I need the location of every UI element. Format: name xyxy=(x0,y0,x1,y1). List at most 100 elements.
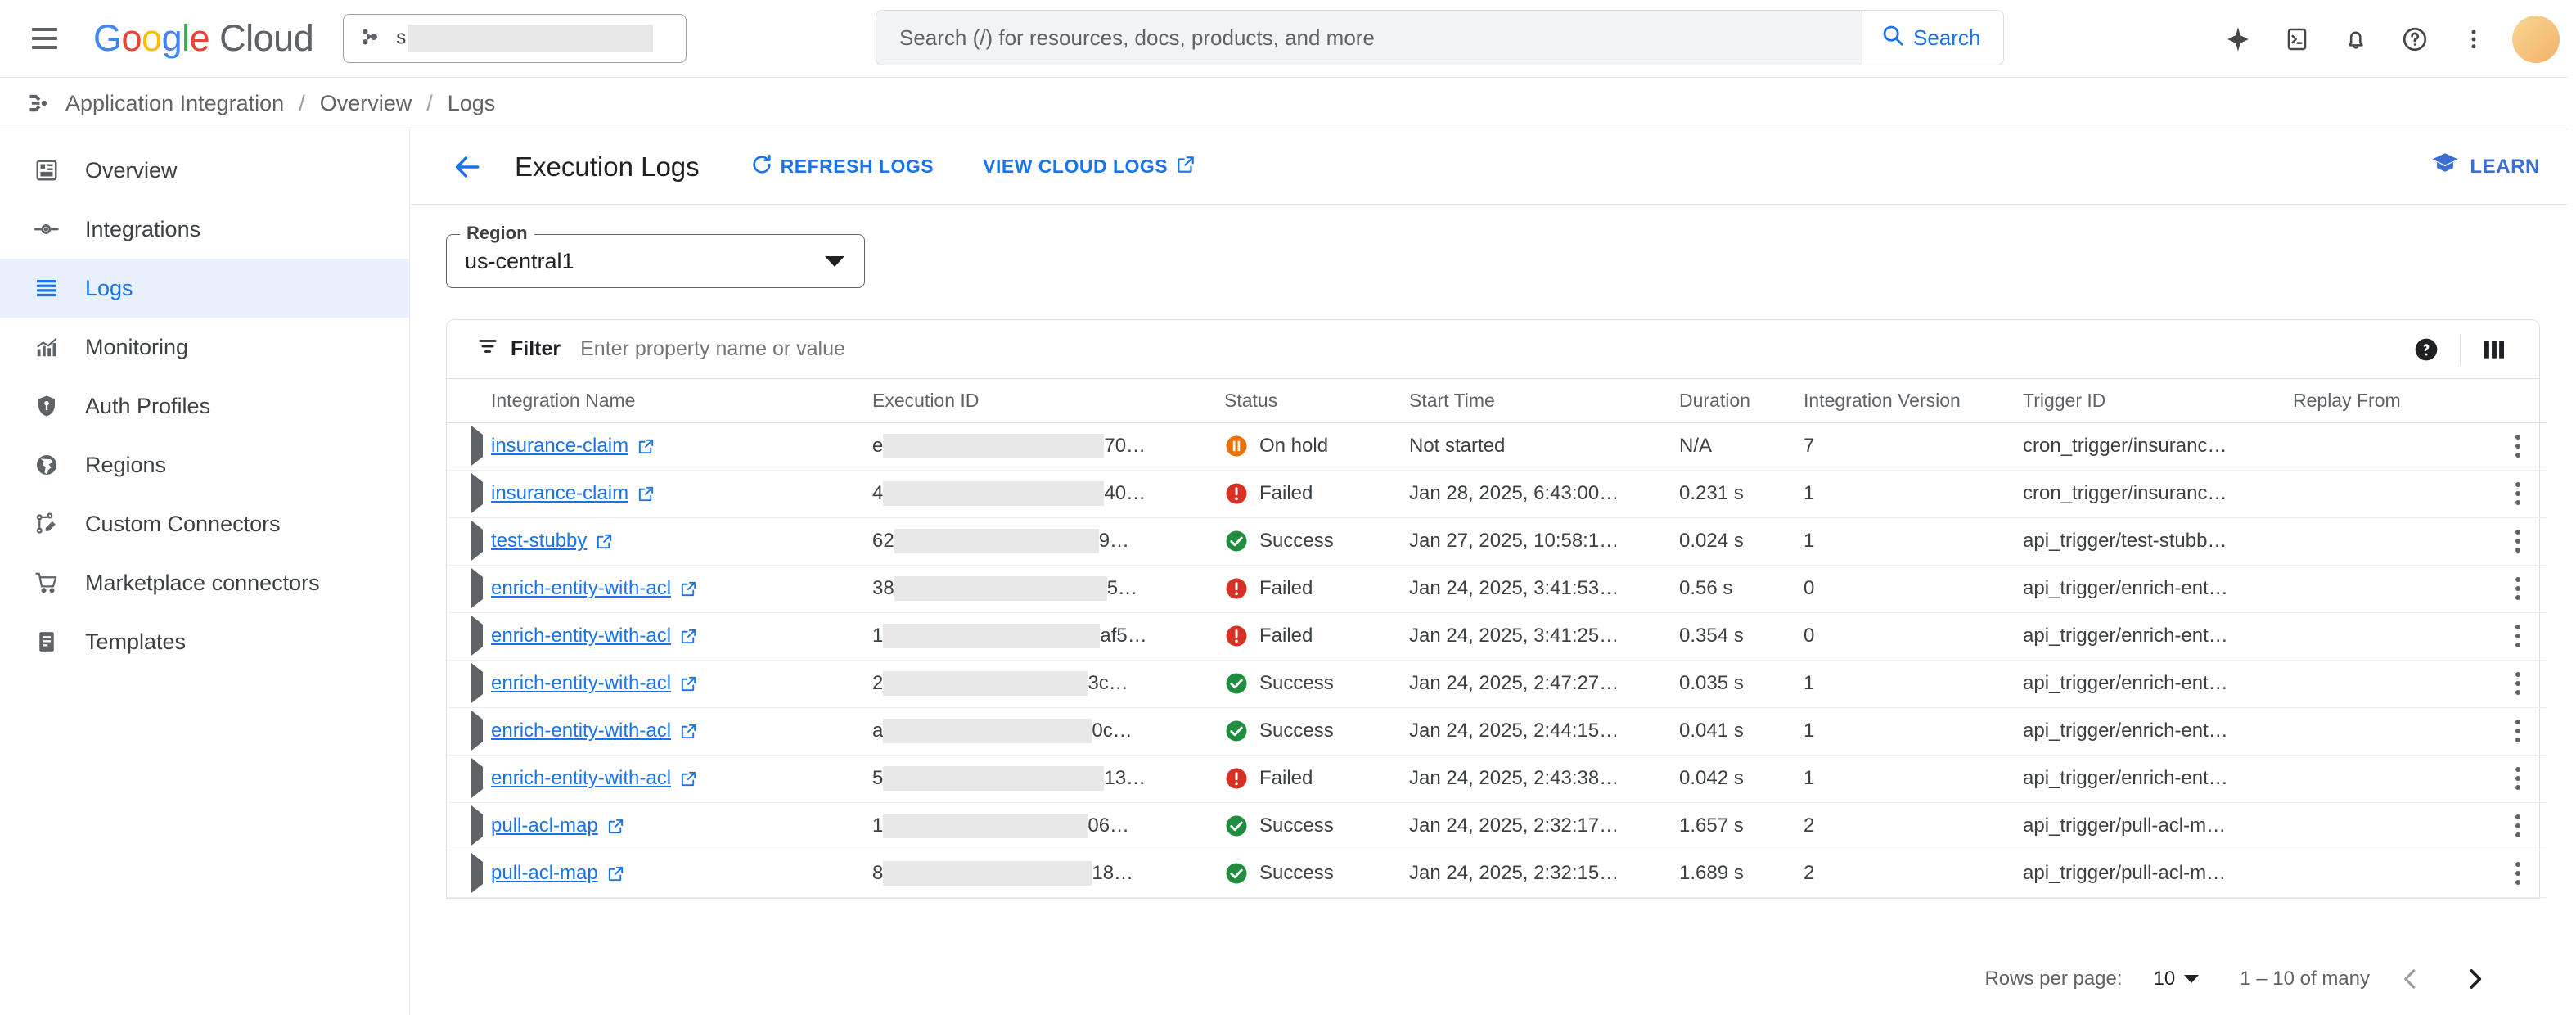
cell-integration-name[interactable]: pull-acl-map xyxy=(491,850,872,898)
row-more-vert-icon[interactable] xyxy=(2495,518,2541,564)
integration-link[interactable]: insurance-claim xyxy=(491,435,655,458)
avatar[interactable] xyxy=(2512,15,2560,63)
integration-link[interactable]: insurance-claim xyxy=(491,482,655,505)
cell-expand[interactable] xyxy=(447,612,491,661)
more-vert-icon[interactable] xyxy=(2448,14,2499,65)
help-filled-icon[interactable] xyxy=(2403,326,2450,373)
cell-expand[interactable] xyxy=(447,517,491,566)
table-row[interactable]: test-stubby 62 9… Success Jan 27, 2025, 10:5… xyxy=(447,517,2547,566)
table-row[interactable]: enrich-entity-with-acl 2 3c… Success Jan 24,… xyxy=(447,660,2547,708)
region-select[interactable]: Region us-central1 xyxy=(446,223,865,288)
cell-expand[interactable] xyxy=(447,707,491,756)
col-start-time[interactable]: Start Time xyxy=(1409,379,1679,423)
row-more-vert-icon[interactable] xyxy=(2495,756,2541,801)
expand-row-icon[interactable] xyxy=(471,473,483,513)
cell-row-actions[interactable] xyxy=(2489,565,2547,613)
table-row[interactable]: pull-acl-map 1 06… Success Jan 24, 2025, 2:3… xyxy=(447,802,2547,850)
table-row[interactable]: enrich-entity-with-acl 1 af5… Failed Jan 24,… xyxy=(447,612,2547,661)
integration-link[interactable]: enrich-entity-with-acl xyxy=(491,577,698,600)
rows-per-page-select[interactable]: 10 xyxy=(2154,968,2200,990)
row-more-vert-icon[interactable] xyxy=(2495,471,2541,517)
refresh-logs-button[interactable]: REFRESH LOGS xyxy=(750,153,934,181)
cell-integration-name[interactable]: pull-acl-map xyxy=(491,802,872,850)
table-row[interactable]: pull-acl-map 8 18… Success Jan 24, 2025, 2:3… xyxy=(447,850,2547,898)
project-selector[interactable]: s xyxy=(343,14,687,63)
filter-button[interactable]: Filter xyxy=(476,335,561,363)
cell-integration-name[interactable]: enrich-entity-with-acl xyxy=(491,565,872,613)
cell-expand[interactable] xyxy=(447,470,491,518)
sidebar-item-integrations[interactable]: Integrations xyxy=(0,200,409,259)
next-page-button[interactable] xyxy=(2452,956,2497,1002)
sidebar-item-monitoring[interactable]: Monitoring xyxy=(0,318,409,377)
cell-row-actions[interactable] xyxy=(2489,755,2547,803)
cell-row-actions[interactable] xyxy=(2489,660,2547,708)
sidebar-item-regions[interactable]: Regions xyxy=(0,435,409,494)
row-more-vert-icon[interactable] xyxy=(2495,661,2541,706)
sidebar-item-logs[interactable]: Logs xyxy=(0,259,409,318)
filter-input[interactable] xyxy=(580,337,2403,361)
col-trigger-id[interactable]: Trigger ID xyxy=(2023,379,2293,423)
col-replay-from[interactable]: Replay From xyxy=(2293,379,2489,423)
expand-row-icon[interactable] xyxy=(471,568,483,608)
cell-integration-name[interactable]: enrich-entity-with-acl xyxy=(491,612,872,661)
table-row[interactable]: enrich-entity-with-acl 5 13… Failed Jan 24, … xyxy=(447,755,2547,803)
cell-expand[interactable] xyxy=(447,755,491,803)
row-more-vert-icon[interactable] xyxy=(2495,566,2541,611)
cell-integration-name[interactable]: enrich-entity-with-acl xyxy=(491,660,872,708)
sidebar-item-templates[interactable]: Templates xyxy=(0,612,409,671)
col-integration-version[interactable]: Integration Version xyxy=(1804,379,2023,423)
sidebar-item-auth-profiles[interactable]: Auth Profiles xyxy=(0,377,409,435)
table-row[interactable]: insurance-claim 4 40… Failed Jan 28, 2025, 6… xyxy=(447,470,2547,518)
row-more-vert-icon[interactable] xyxy=(2495,423,2541,469)
help-question-icon[interactable] xyxy=(2389,14,2440,65)
column-settings-icon[interactable] xyxy=(2470,326,2518,373)
view-cloud-logs-button[interactable]: VIEW CLOUD LOGS xyxy=(983,154,1196,180)
integration-link[interactable]: enrich-entity-with-acl xyxy=(491,625,698,647)
sidebar-item-marketplace-connectors[interactable]: Marketplace connectors xyxy=(0,553,409,612)
cell-row-actions[interactable] xyxy=(2489,707,2547,756)
cell-row-actions[interactable] xyxy=(2489,517,2547,566)
integration-link[interactable]: pull-acl-map xyxy=(491,862,625,885)
search-button[interactable]: Search xyxy=(1862,10,2005,65)
expand-row-icon[interactable] xyxy=(471,616,483,656)
table-row[interactable]: enrich-entity-with-acl 38 5… Failed Jan 24, … xyxy=(447,565,2547,613)
integration-link[interactable]: test-stubby xyxy=(491,530,614,553)
table-row[interactable]: insurance-claim e 70… On hold Not started N/A… xyxy=(447,422,2547,471)
cell-integration-name[interactable]: insurance-claim xyxy=(491,422,872,471)
expand-row-icon[interactable] xyxy=(471,426,483,466)
cell-integration-name[interactable]: insurance-claim xyxy=(491,470,872,518)
notifications-bell-icon[interactable] xyxy=(2331,14,2381,65)
col-duration[interactable]: Duration xyxy=(1679,379,1804,423)
breadcrumb-item-2[interactable]: Logs xyxy=(448,91,496,116)
prev-page-button[interactable] xyxy=(2388,956,2434,1002)
expand-row-icon[interactable] xyxy=(471,853,483,893)
cell-row-actions[interactable] xyxy=(2489,470,2547,518)
cell-expand[interactable] xyxy=(447,850,491,898)
cell-row-actions[interactable] xyxy=(2489,422,2547,471)
cell-row-actions[interactable] xyxy=(2489,612,2547,661)
gemini-spark-icon[interactable] xyxy=(2213,14,2263,65)
expand-row-icon[interactable] xyxy=(471,805,483,846)
learn-button[interactable]: LEARN xyxy=(2431,150,2540,183)
cell-expand[interactable] xyxy=(447,660,491,708)
table-row[interactable]: enrich-entity-with-acl a 0c… Success Jan 24,… xyxy=(447,707,2547,756)
row-more-vert-icon[interactable] xyxy=(2495,850,2541,896)
expand-row-icon[interactable] xyxy=(471,521,483,561)
cell-row-actions[interactable] xyxy=(2489,850,2547,898)
row-more-vert-icon[interactable] xyxy=(2495,708,2541,754)
page-scrollbar[interactable] xyxy=(2568,0,2576,1015)
col-execution-id[interactable]: Execution ID xyxy=(872,379,1224,423)
sidebar-item-overview[interactable]: Overview xyxy=(0,141,409,200)
integration-link[interactable]: pull-acl-map xyxy=(491,814,625,837)
integration-link[interactable]: enrich-entity-with-acl xyxy=(491,720,698,742)
google-cloud-logo[interactable]: Go o g l e Cloud xyxy=(93,17,314,60)
row-more-vert-icon[interactable] xyxy=(2495,803,2541,849)
expand-row-icon[interactable] xyxy=(471,663,483,703)
cell-expand[interactable] xyxy=(447,422,491,471)
cell-row-actions[interactable] xyxy=(2489,802,2547,850)
row-more-vert-icon[interactable] xyxy=(2495,613,2541,659)
search-input[interactable]: Search (/) for resources, docs, products… xyxy=(876,10,1862,65)
cell-integration-name[interactable]: enrich-entity-with-acl xyxy=(491,707,872,756)
cell-expand[interactable] xyxy=(447,802,491,850)
breadcrumb-item-1[interactable]: Overview xyxy=(320,91,412,116)
